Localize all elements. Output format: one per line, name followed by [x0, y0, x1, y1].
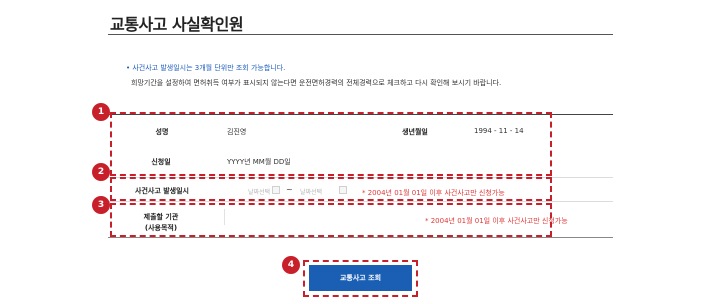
form-bottom-divider [108, 237, 613, 238]
traffic-accident-search-button[interactable]: 교통사고 조회 [309, 265, 412, 291]
highlight-box-2 [110, 177, 552, 201]
step-marker-1: 1 [92, 103, 110, 121]
period-notice: • 사건사고 발생일시는 3개월 단위만 조회 가능합니다. [126, 64, 286, 72]
page-title: 교통사고 사실확인원 [110, 15, 244, 34]
title-divider [108, 34, 613, 35]
detail-notice: 희망기간을 설정하여 면허취득 여부가 표시되지 않는다면 운전면허경력의 전체… [131, 79, 502, 87]
step-marker-3: 3 [92, 196, 110, 214]
step-marker-2: 2 [92, 163, 110, 181]
highlight-box-3 [110, 203, 552, 237]
step-marker-4: 4 [282, 256, 300, 274]
highlight-box-1 [110, 112, 552, 176]
row-divider [108, 201, 613, 202]
